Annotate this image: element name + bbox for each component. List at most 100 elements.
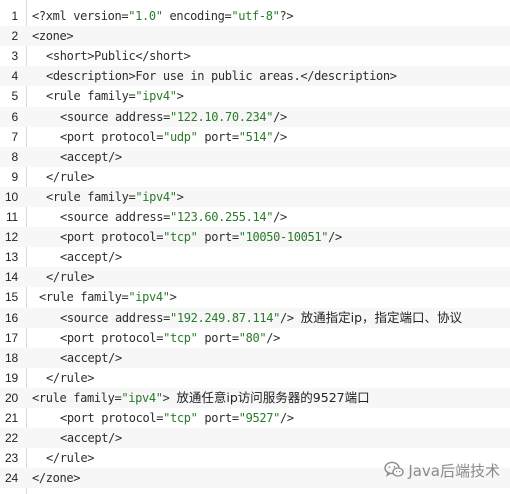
xml-tag: <?xml version=: [32, 9, 129, 23]
xml-tag: <short>Public</short>: [46, 49, 191, 64]
code-editor: 1 <?xml version="1.0" encoding="utf-8"?> 2…: [0, 0, 510, 494]
attribute-value: "123.60.255.14": [170, 210, 274, 224]
line-number: 8: [11, 149, 19, 164]
line-number: 19: [5, 370, 18, 385]
xml-tag: </rule>: [46, 169, 95, 184]
line-number: 6: [11, 109, 19, 124]
code-text: <accept/>: [60, 247, 122, 267]
wechat-icon: [384, 461, 404, 479]
line-number: 5: [11, 89, 19, 104]
code-line: 6 <source address="122.10.70.234"/>: [0, 106, 510, 127]
code-line: 14 </rule>: [0, 267, 510, 288]
xml-tag: ?>: [279, 9, 294, 23]
code-text: <zone>: [32, 26, 74, 46]
code-text: <accept/>: [60, 147, 122, 167]
code-line: 1 <?xml version="1.0" encoding="utf-8"?>: [0, 6, 510, 26]
code-text: <?xml version="1.0" encoding="utf-8"?>: [32, 6, 294, 26]
line-number: 18: [5, 350, 18, 365]
xml-tag: />: [280, 310, 301, 325]
line-number: 13: [5, 250, 18, 265]
attribute-value: "ipv4": [128, 290, 170, 305]
line-number: 15: [5, 290, 18, 305]
code-text: </rule>: [46, 368, 94, 388]
xml-tag: <port protocol=: [60, 230, 164, 245]
code-line: 15 <rule family="ipv4">: [0, 287, 510, 307]
code-line: 9 </rule>: [0, 167, 510, 187]
code-text: <port protocol="tcp" port="9527"/>: [60, 408, 294, 428]
xml-tag: />: [273, 129, 287, 144]
line-number: 3: [11, 49, 19, 64]
xml-tag: />: [280, 411, 294, 425]
code-text: <port protocol="udp" port="514"/>: [60, 127, 287, 147]
code-line: 5 <rule family="ipv4">: [0, 86, 510, 106]
xml-tag: <rule family=: [46, 189, 136, 204]
line-number: 16: [5, 310, 18, 325]
code-line: 4 <description>For use in public areas.</…: [0, 66, 510, 87]
xml-tag: <port protocol=: [60, 330, 164, 345]
xml-tag: <accept/>: [60, 431, 122, 446]
attribute-value: "80": [238, 330, 267, 345]
xml-tag: />: [273, 109, 287, 124]
code-line: 21 <port protocol="tcp" port="9527"/>: [0, 408, 510, 428]
attribute-value: "tcp": [163, 330, 198, 345]
line-number: 4: [11, 69, 19, 84]
xml-tag: port=: [197, 330, 239, 345]
line-number: 12: [5, 230, 18, 245]
code-text: <source address="123.60.255.14"/>: [60, 207, 287, 227]
code-text: </rule>: [46, 448, 94, 468]
line-number: 7: [11, 129, 19, 144]
code-text: <source address="192.249.87.114"/> 放通指定i…: [60, 308, 462, 328]
xml-tag: />: [273, 210, 287, 224]
xml-tag: port=: [197, 411, 239, 425]
code-line: 2 <zone>: [0, 26, 510, 47]
line-number: 10: [5, 189, 18, 204]
comment-text: 放通任意ip访问服务器的9527端口: [176, 389, 370, 405]
line-number: 22: [5, 431, 18, 446]
code-text: <rule family="ipv4">: [39, 287, 177, 307]
attribute-value: "514": [238, 129, 274, 144]
xml-tag: <accept/>: [60, 149, 122, 164]
code-line: 7 <port protocol="udp" port="514"/>: [0, 127, 510, 147]
xml-tag: <zone>: [32, 29, 74, 44]
xml-tag: >: [162, 390, 177, 405]
xml-tag: <rule family=: [39, 290, 129, 305]
attribute-value: "ipv4": [121, 390, 163, 405]
attribute-value: "10050-10051": [238, 230, 329, 245]
attribute-value: "tcp": [163, 411, 198, 425]
attribute-value: "122.10.70.234": [170, 109, 274, 124]
xml-tag: encoding=: [162, 9, 232, 23]
code-text: <port protocol="tcp" port="80"/>: [60, 328, 280, 348]
xml-tag: </zone>: [32, 471, 81, 486]
code-text: </rule>: [46, 167, 94, 187]
xml-tag: </rule>: [46, 370, 95, 385]
watermark-text: Java后端技术: [408, 461, 500, 480]
code-text: </rule>: [46, 267, 94, 287]
attribute-value: "9527": [238, 411, 281, 425]
code-text: <short>Public</short>: [46, 46, 191, 66]
xml-tag: </rule>: [46, 270, 95, 285]
line-number: 17: [5, 330, 18, 345]
xml-tag: />: [266, 330, 280, 345]
code-line: 17 <port protocol="tcp" port="80"/>: [0, 328, 510, 348]
line-number: 21: [5, 411, 18, 425]
code-text: <rule family="ipv4">: [46, 187, 184, 207]
xml-tag: </rule>: [46, 451, 95, 466]
attribute-value: "ipv4": [135, 189, 177, 204]
code-line: 18 <accept/>: [0, 347, 510, 368]
code-line: 20 <rule family="ipv4"> 放通任意ip访问服务器的9527端…: [0, 387, 510, 408]
line-number: 14: [5, 270, 18, 285]
xml-tag: <port protocol=: [60, 411, 164, 425]
xml-tag: >: [176, 189, 184, 204]
attribute-value: "192.249.87.114": [170, 310, 280, 325]
code-text: <rule family="ipv4">: [46, 86, 184, 106]
code-line: 13 <accept/>: [0, 247, 510, 267]
xml-tag: <source address=: [60, 310, 170, 325]
code-line: 8 <accept/>: [0, 146, 510, 167]
attribute-value: "ipv4": [135, 89, 177, 104]
attribute-value: "1.0": [128, 9, 163, 23]
attribute-value: "udp": [163, 129, 198, 144]
code-text: <source address="122.10.70.234"/>: [60, 107, 287, 127]
xml-tag: <source address=: [60, 210, 170, 224]
line-number: 20: [5, 390, 18, 405]
code-line: 3 <short>Public</short>: [0, 46, 510, 66]
